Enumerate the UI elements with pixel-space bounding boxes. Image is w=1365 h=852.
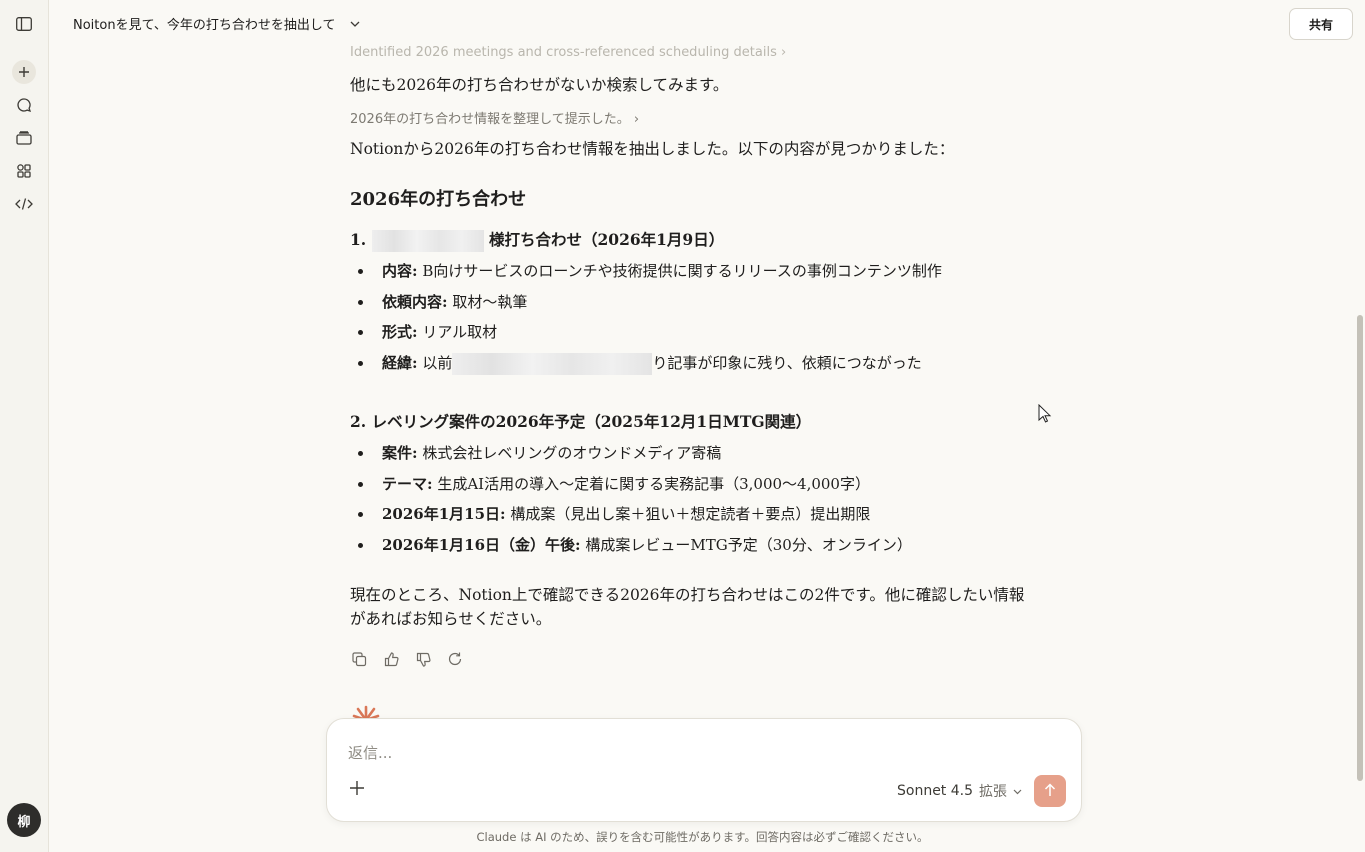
model-mode: 拡張 xyxy=(979,784,1008,800)
sidebar-toggle-icon[interactable] xyxy=(10,10,38,38)
mouse-cursor-icon xyxy=(1038,403,1052,428)
thumbs-down-icon[interactable] xyxy=(414,650,432,668)
code-icon[interactable] xyxy=(10,190,38,218)
copy-icon[interactable] xyxy=(350,650,368,668)
list-item: 案件: 株式会社レベリングのオウンドメディア寄稿 xyxy=(350,438,1050,469)
arrow-up-icon xyxy=(1044,782,1056,801)
model-name: Sonnet 4.5 xyxy=(897,783,974,799)
chats-icon[interactable] xyxy=(10,91,38,119)
thought-summary-1[interactable]: Identified 2026 meetings and cross-refer… xyxy=(350,45,786,60)
artifacts-icon[interactable] xyxy=(10,157,38,185)
meeting-2-title: 2. レベリング案件の2026年予定（2025年12月1日MTG関連） xyxy=(350,412,812,431)
send-button[interactable] xyxy=(1034,775,1066,807)
projects-icon[interactable] xyxy=(10,124,38,152)
list-item: 形式: リアル取材 xyxy=(350,317,1050,348)
closing-paragraph: 現在のところ、Notion上で確認できる2026年の打ち合わせはこの2件です。他… xyxy=(350,586,1025,628)
chat-title: Noitonを見て、今年の打ち合わせを抽出して xyxy=(73,18,336,33)
chevron-down-icon xyxy=(350,16,360,31)
chat-title-dropdown[interactable]: Noitonを見て、今年の打ち合わせを抽出して xyxy=(73,14,360,33)
add-attachment-icon[interactable] xyxy=(349,780,365,800)
thought-summary-2[interactable]: 2026年の打ち合わせ情報を整理して提示した。 › xyxy=(350,108,639,127)
redacted-client-name xyxy=(371,230,484,252)
disclaimer: Claude は AI のため、誤りを含む可能性があります。回答内容は必ずご確認… xyxy=(476,830,929,844)
meeting-2-list: 案件: 株式会社レベリングのオウンドメディア寄稿 テーマ: 生成AI活用の導入〜… xyxy=(350,438,1050,560)
claude-logo-icon xyxy=(350,704,382,718)
share-button[interactable]: 共有 xyxy=(1289,8,1353,40)
meeting-1-list: 内容: B向けサービスのローンチや技術提供に関するリリースの事例コンテンツ制作 … xyxy=(350,256,1050,378)
new-chat-icon[interactable] xyxy=(12,60,36,84)
intro-paragraph: Notionから2026年の打ち合わせ情報を抽出しました。以下の内容が見つかりま… xyxy=(350,140,955,158)
thumbs-up-icon[interactable] xyxy=(382,650,400,668)
list-item: テーマ: 生成AI活用の導入〜定着に関する実務記事（3,000〜4,000字） xyxy=(350,469,1050,500)
redacted-text xyxy=(452,352,653,375)
section-heading: 2026年の打ち合わせ xyxy=(350,189,527,210)
sidebar: 柳 xyxy=(0,0,49,852)
model-selector[interactable]: Sonnet 4.5 拡張 xyxy=(897,781,1022,801)
list-item: 経緯: 以前 り記事が印象に残り、依頼につながった xyxy=(350,348,1050,379)
list-item: 依頼内容: 取材〜執筆 xyxy=(350,287,1050,318)
list-item: 2026年1月15日: 構成案（見出し案＋狙い＋想定読者＋要点）提出期限 xyxy=(350,499,1050,530)
composer: 返信... Sonnet 4.5 拡張 xyxy=(326,718,1082,822)
meeting-1-title: 1. 様打ち合わせ（2026年1月9日） xyxy=(350,228,724,252)
scrollbar[interactable] xyxy=(1357,315,1363,781)
reply-input[interactable]: 返信... xyxy=(348,742,392,763)
header: Noitonを見て、今年の打ち合わせを抽出して 共有 xyxy=(49,0,1365,46)
retry-icon[interactable] xyxy=(446,650,464,668)
message-actions xyxy=(350,650,464,668)
chevron-down-icon xyxy=(1013,783,1022,799)
list-item: 内容: B向けサービスのローンチや技術提供に関するリリースの事例コンテンツ制作 xyxy=(350,256,1050,287)
search-paragraph: 他にも2026年の打ち合わせがないか検索してみます。 xyxy=(350,76,729,94)
list-item: 2026年1月16日（金）午後: 構成案レビューMTG予定（30分、オンライン） xyxy=(350,530,1050,561)
